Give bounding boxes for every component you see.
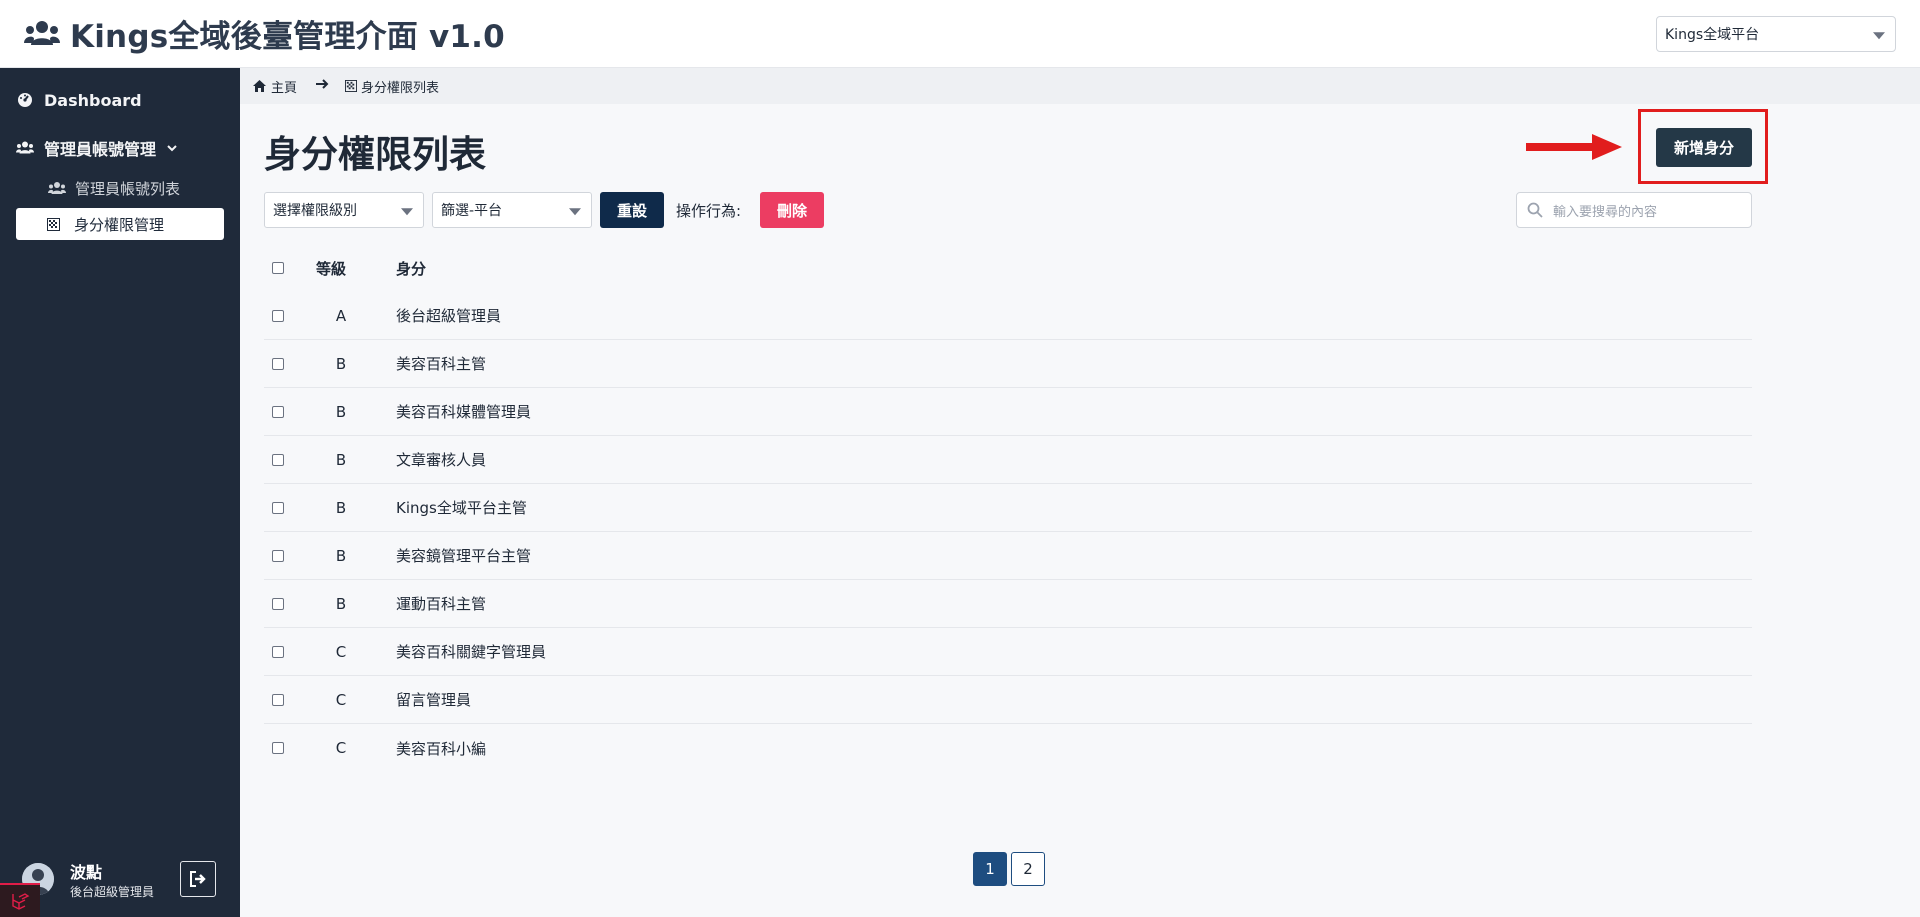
cell-level: B [335, 450, 347, 469]
users-icon [48, 180, 66, 196]
app-title: Kings全域後臺管理介面 v1.0 [70, 19, 505, 55]
sidebar-item-label: Dashboard [44, 90, 142, 110]
table-row: B 文章審核人員 [264, 436, 1752, 484]
table-row: C 美容百科小編 [264, 724, 1752, 772]
users-icon [16, 139, 34, 157]
column-header-level: 等級 [316, 259, 347, 278]
cell-role: 文章審核人員 [396, 451, 487, 469]
chevron-down-icon [166, 143, 178, 153]
select-all-checkbox[interactable] [272, 262, 284, 274]
logout-button[interactable] [180, 861, 216, 897]
level-filter-select[interactable]: 選擇權限級別 [264, 192, 424, 228]
cell-role: 後台超級管理員 [396, 307, 502, 325]
breadcrumb: 主頁 身分權限列表 [240, 68, 1920, 104]
platform-select[interactable]: Kings全域平台 [1656, 16, 1896, 52]
table-row: B 美容百科主管 [264, 340, 1752, 388]
table-row: B 運動百科主管 [264, 580, 1752, 628]
row-checkbox[interactable] [272, 405, 284, 418]
cell-level: B [335, 354, 347, 373]
level-filter-value: 選擇權限級別 [273, 203, 357, 219]
arrow-right-icon [315, 78, 329, 94]
cell-level: B [335, 546, 347, 565]
chevron-down-icon [569, 208, 581, 216]
page-button-2[interactable]: 2 [1011, 852, 1045, 886]
cell-level: B [335, 402, 347, 421]
sidebar-group-label: 管理員帳號管理 [44, 140, 157, 159]
grid-icon [345, 80, 358, 92]
top-header: Kings全域後臺管理介面 v1.0 Kings全域平台 [0, 0, 1920, 68]
platform-filter-value: 篩選-平台 [441, 203, 503, 219]
operation-label: 操作行為: [676, 202, 742, 220]
row-checkbox[interactable] [272, 309, 284, 322]
sidebar-group-admin-accounts[interactable]: 管理員帳號管理 [0, 130, 240, 166]
platform-filter-select[interactable]: 篩選-平台 [432, 192, 592, 228]
cell-role: 運動百科主管 [396, 595, 487, 613]
user-name: 波點 [70, 863, 103, 882]
table-row: B 美容百科媒體管理員 [264, 388, 1752, 436]
platform-select-value: Kings全域平台 [1665, 27, 1760, 43]
sidebar-item-dashboard[interactable]: Dashboard [0, 82, 240, 118]
logout-icon [190, 871, 206, 887]
add-role-button[interactable]: 新增身分 [1656, 128, 1752, 167]
sidebar-item-label: 管理員帳號列表 [75, 179, 181, 198]
table-header-row: 等級 身分 [264, 244, 1752, 292]
page-title: 身分權限列表 [264, 133, 486, 176]
users-icon [24, 20, 60, 45]
chevron-down-icon [401, 208, 413, 216]
table-row: B 美容鏡管理平台主管 [264, 532, 1752, 580]
sidebar-item-admin-list[interactable]: 管理員帳號列表 [0, 172, 240, 204]
row-checkbox[interactable] [272, 597, 284, 610]
roles-table: 等級 身分 A 後台超級管理員 B 美容百科主管 B 美容百科媒體管理員 B 文… [264, 244, 1752, 772]
delete-button[interactable]: 刪除 [760, 192, 824, 228]
cell-level: A [335, 306, 347, 325]
row-checkbox[interactable] [272, 501, 284, 514]
user-role: 後台超級管理員 [70, 885, 155, 899]
table-row: B Kings全域平台主管 [264, 484, 1752, 532]
cell-level: C [335, 642, 347, 661]
grid-icon [47, 216, 65, 232]
search-input[interactable]: 輸入要搜尋的內容 [1516, 192, 1752, 228]
search-icon [1527, 202, 1543, 218]
cell-level: B [335, 498, 347, 517]
chevron-down-icon [1873, 32, 1885, 40]
pagination: 1 2 [973, 852, 1045, 886]
row-checkbox[interactable] [272, 357, 284, 370]
row-checkbox[interactable] [272, 742, 284, 754]
breadcrumb-home[interactable]: 主頁 [271, 77, 297, 96]
sidebar-item-label: 身分權限管理 [74, 215, 165, 234]
sidebar-item-role-permissions[interactable]: 身分權限管理 [16, 208, 224, 240]
search-placeholder: 輸入要搜尋的內容 [1553, 204, 1658, 220]
row-checkbox[interactable] [272, 645, 284, 658]
table-row: C 美容百科關鍵字管理員 [264, 628, 1752, 676]
cell-role: 美容百科關鍵字管理員 [396, 643, 547, 661]
cell-role: 美容鏡管理平台主管 [396, 547, 532, 565]
gauge-icon [16, 91, 34, 109]
app-brand: Kings全域後臺管理介面 v1.0 [24, 11, 505, 56]
page-button-1[interactable]: 1 [973, 852, 1007, 886]
breadcrumb-current: 身分權限列表 [361, 80, 440, 96]
cell-level: C [335, 739, 347, 757]
sidebar: Dashboard 管理員帳號管理 管理員帳號列表 身分權限管理 波點 後台超級… [0, 68, 240, 917]
table-row: C 留言管理員 [264, 676, 1752, 724]
annotation-arrow-icon [1526, 134, 1622, 160]
cell-role: Kings全域平台主管 [396, 499, 527, 517]
cell-role: 美容百科媒體管理員 [396, 403, 532, 421]
reset-button[interactable]: 重設 [600, 192, 664, 228]
laravel-icon [12, 893, 30, 910]
cell-role: 留言管理員 [396, 691, 472, 709]
laravel-debug-badge[interactable] [0, 883, 40, 917]
table-row: A 後台超級管理員 [264, 292, 1752, 340]
column-header-role: 身分 [396, 259, 427, 278]
row-checkbox[interactable] [272, 453, 284, 466]
cell-level: C [335, 690, 347, 709]
cell-level: B [335, 594, 347, 613]
row-checkbox[interactable] [272, 693, 284, 706]
cell-role: 美容百科小編 [396, 739, 487, 758]
cell-role: 美容百科主管 [396, 355, 487, 373]
home-icon [252, 79, 267, 93]
row-checkbox[interactable] [272, 549, 284, 562]
